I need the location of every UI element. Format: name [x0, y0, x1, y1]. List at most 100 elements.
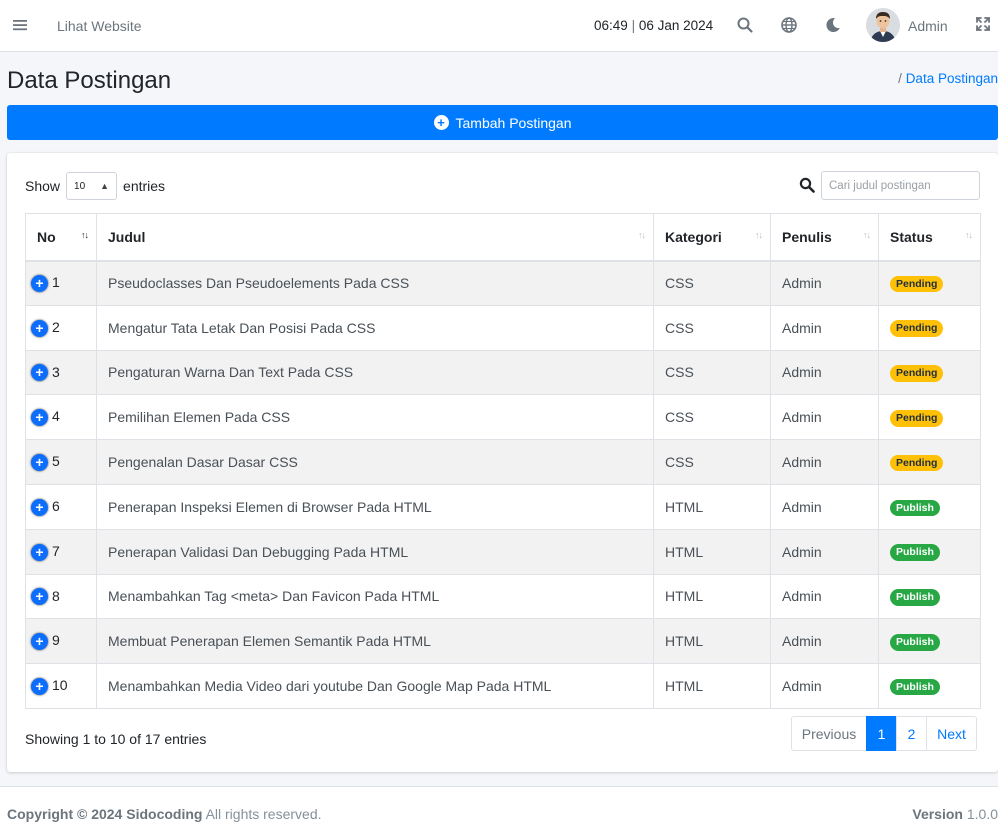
- cell-judul: Pengenalan Dasar Dasar CSS: [96, 439, 654, 485]
- cell-no: +8: [25, 573, 97, 620]
- cell-status: Publish: [878, 663, 981, 709]
- user-name[interactable]: Admin: [908, 18, 948, 34]
- cell-status: Pending: [878, 394, 981, 441]
- cell-no: +3: [25, 349, 97, 396]
- expand-row-icon[interactable]: +: [31, 677, 48, 695]
- cell-kategori: CSS: [653, 349, 771, 396]
- row-number: 3: [52, 363, 60, 380]
- copyright-rights: All rights reserved.: [202, 806, 322, 822]
- cell-status: Publish: [878, 618, 981, 665]
- status-badge: Pending: [890, 410, 944, 427]
- view-website-link[interactable]: Lihat Website: [57, 18, 142, 34]
- cell-kategori: HTML: [653, 663, 771, 709]
- sort-icon: ↑↓: [638, 230, 646, 240]
- show-label: Show: [25, 178, 61, 194]
- column-header-penulis[interactable]: Penulis ↑↓: [770, 213, 879, 262]
- expand-row-icon[interactable]: +: [31, 275, 48, 293]
- expand-row-icon[interactable]: +: [31, 409, 48, 427]
- cell-judul: Pseudoclasses Dan Pseudoelements Pada CS…: [96, 260, 654, 306]
- cell-no: +5: [25, 439, 97, 485]
- version-number: 1.0.0: [962, 806, 998, 822]
- expand-row-icon[interactable]: +: [31, 633, 48, 651]
- cell-penulis: Admin: [770, 573, 879, 620]
- plus-circle-icon: +: [433, 115, 449, 130]
- search-icon[interactable]: [736, 16, 754, 34]
- pagination-info: Showing 1 to 10 of 17 entries: [25, 731, 207, 747]
- moon-icon[interactable]: [824, 16, 842, 34]
- status-badge: Pending: [890, 454, 944, 472]
- cell-judul: Menambahkan Media Video dari youtube Dan…: [96, 663, 654, 709]
- column-header-label: Status: [890, 228, 933, 245]
- status-badge: Publish: [890, 499, 940, 517]
- menu-icon[interactable]: [12, 17, 28, 33]
- row-number: 2: [52, 318, 60, 335]
- status-badge: Pending: [890, 275, 944, 293]
- cell-kategori: CSS: [653, 260, 771, 306]
- table-row: +8 Menambahkan Tag <meta> Dan Favicon Pad…: [25, 573, 981, 620]
- top-navbar: Lihat Website 06:49 | 06 Jan 2024 Admin: [0, 0, 998, 52]
- clock: 06:49 | 06 Jan 2024: [594, 18, 714, 33]
- cell-judul: Membuat Penerapan Elemen Semantik Pada H…: [96, 618, 654, 665]
- entries-select[interactable]: 10 ▲: [66, 172, 118, 200]
- cell-judul: Pengaturan Warna Dan Text Pada CSS: [96, 349, 654, 396]
- column-header-judul[interactable]: Judul ↑↓: [96, 213, 654, 262]
- breadcrumb-current[interactable]: Data Postingan: [906, 71, 998, 86]
- column-header-label: Judul: [108, 228, 146, 245]
- breadcrumb-separator: /: [898, 71, 902, 86]
- cell-kategori: HTML: [653, 528, 771, 575]
- table-row: +5 Pengenalan Dasar Dasar CSS CSS Admin Pend…: [25, 439, 981, 485]
- next-page-button[interactable]: Next: [926, 716, 977, 751]
- clock-date: 06 Jan 2024: [638, 18, 714, 33]
- page-1-button[interactable]: 1: [866, 716, 897, 751]
- row-number: 7: [52, 542, 60, 559]
- row-number: 5: [52, 453, 60, 470]
- cell-no: +9: [25, 618, 97, 665]
- column-header-status[interactable]: Status ↑↓: [878, 213, 981, 262]
- column-header-kategori[interactable]: Kategori ↑↓: [653, 213, 771, 262]
- posts-table: No ↑↓ Judul ↑↓ Kategori ↑↓ Penulis ↑↓ Status…: [25, 213, 981, 709]
- table-row: +1 Pseudoclasses Dan Pseudoelements Pada …: [25, 260, 981, 306]
- cell-no: +4: [25, 394, 97, 441]
- breadcrumb: / Data Postingan: [898, 71, 998, 86]
- globe-icon[interactable]: [780, 16, 798, 34]
- search-input[interactable]: [821, 171, 980, 200]
- avatar[interactable]: [866, 8, 900, 42]
- version: Version 1.0.0: [912, 806, 998, 822]
- row-number: 1: [52, 274, 60, 291]
- sort-desc-icon: ↑↓: [81, 230, 89, 240]
- expand-row-icon[interactable]: +: [31, 319, 48, 337]
- expand-row-icon[interactable]: +: [31, 453, 48, 471]
- sort-icon: ↑↓: [863, 230, 871, 240]
- expand-row-icon[interactable]: +: [31, 543, 48, 561]
- previous-page-button[interactable]: Previous: [791, 716, 867, 751]
- status-badge: Pending: [890, 320, 944, 337]
- add-post-label: Tambah Postingan: [455, 114, 572, 131]
- fullscreen-icon[interactable]: [975, 16, 993, 34]
- cell-penulis: Admin: [770, 663, 879, 709]
- expand-row-icon[interactable]: +: [31, 498, 48, 516]
- row-number: 8: [52, 587, 60, 604]
- cell-kategori: CSS: [653, 439, 771, 485]
- cell-no: +1: [25, 260, 97, 306]
- clock-time: 06:49: [594, 18, 628, 33]
- sort-icon: ↑↓: [755, 230, 763, 240]
- select-arrows-icon: ▲: [100, 181, 110, 191]
- cell-status: Pending: [878, 260, 981, 306]
- entries-label: entries: [123, 178, 166, 194]
- pagination: Previous 1 2 Next: [791, 716, 977, 751]
- row-number: 9: [52, 632, 60, 649]
- posts-card: Show 10 ▲ entries No ↑↓ Judul ↑↓ Kategori ↑↓…: [7, 153, 998, 772]
- cell-penulis: Admin: [770, 304, 879, 351]
- column-header-label: Penulis: [782, 228, 832, 245]
- cell-no: +2: [25, 304, 97, 351]
- page-2-button[interactable]: 2: [896, 716, 927, 751]
- cell-status: Publish: [878, 573, 981, 620]
- status-badge: Pending: [890, 365, 944, 382]
- version-label: Version: [912, 806, 963, 822]
- expand-row-icon[interactable]: +: [31, 588, 48, 606]
- add-post-button[interactable]: + Tambah Postingan: [7, 105, 998, 140]
- expand-row-icon[interactable]: +: [31, 364, 48, 382]
- column-header-no[interactable]: No ↑↓: [25, 213, 97, 262]
- cell-judul: Mengatur Tata Letak Dan Posisi Pada CSS: [96, 304, 654, 351]
- footer: Copyright © 2024 Sidocoding All rights r…: [0, 786, 998, 837]
